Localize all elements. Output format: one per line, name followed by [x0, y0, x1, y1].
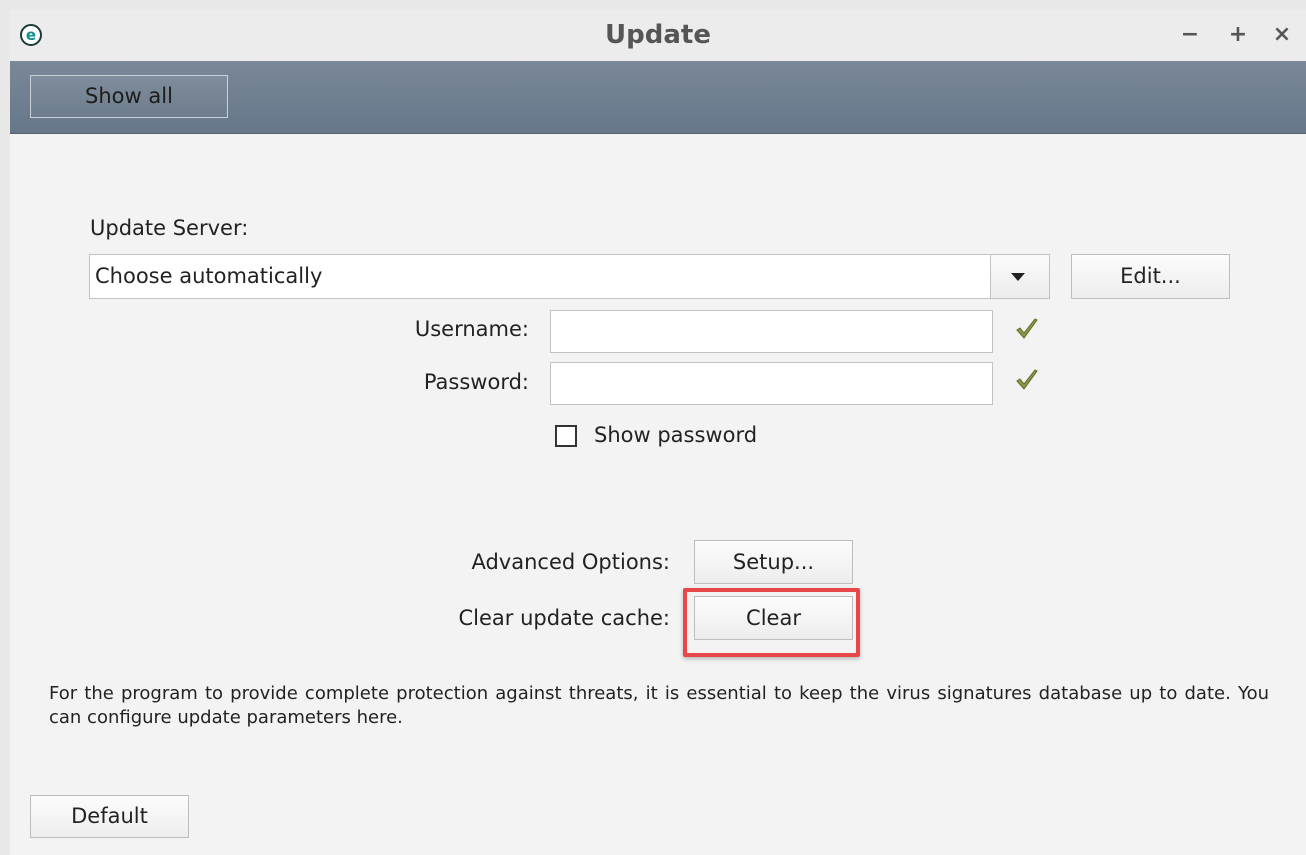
maximize-button[interactable]: +: [1226, 22, 1250, 48]
update-server-label: Update Server:: [90, 216, 249, 240]
title-bar[interactable]: e Update − + ×: [10, 10, 1306, 61]
update-server-dropdown-button[interactable]: [990, 255, 1049, 298]
default-button[interactable]: Default: [30, 795, 189, 838]
toolbar: Show all: [10, 61, 1306, 134]
username-label: Username:: [414, 317, 529, 341]
update-window: e Update − + × Show all Update Server: C…: [10, 10, 1306, 855]
minimize-button[interactable]: −: [1178, 22, 1202, 48]
show-password-checkbox[interactable]: [555, 425, 577, 447]
username-input[interactable]: [550, 310, 993, 353]
password-input[interactable]: [550, 362, 993, 405]
advanced-options-label: Advanced Options:: [471, 550, 670, 574]
window-title: Update: [605, 20, 711, 50]
update-server-select[interactable]: Choose automatically: [89, 254, 1050, 299]
update-server-value: Choose automatically: [95, 264, 323, 288]
checkmark-icon: [1016, 369, 1038, 390]
dropdown-arrow-icon: [1011, 273, 1025, 281]
setup-button[interactable]: Setup...: [694, 540, 853, 584]
description-text: For the program to provide complete prot…: [49, 683, 1269, 728]
highlight-box: [683, 588, 860, 657]
password-label: Password:: [423, 370, 529, 394]
edit-server-button[interactable]: Edit...: [1071, 254, 1230, 299]
close-button[interactable]: ×: [1270, 22, 1294, 48]
show-all-button[interactable]: Show all: [30, 75, 228, 118]
checkmark-icon: [1016, 318, 1038, 339]
clear-cache-label: Clear update cache:: [458, 606, 670, 630]
show-password-label[interactable]: Show password: [594, 423, 757, 447]
